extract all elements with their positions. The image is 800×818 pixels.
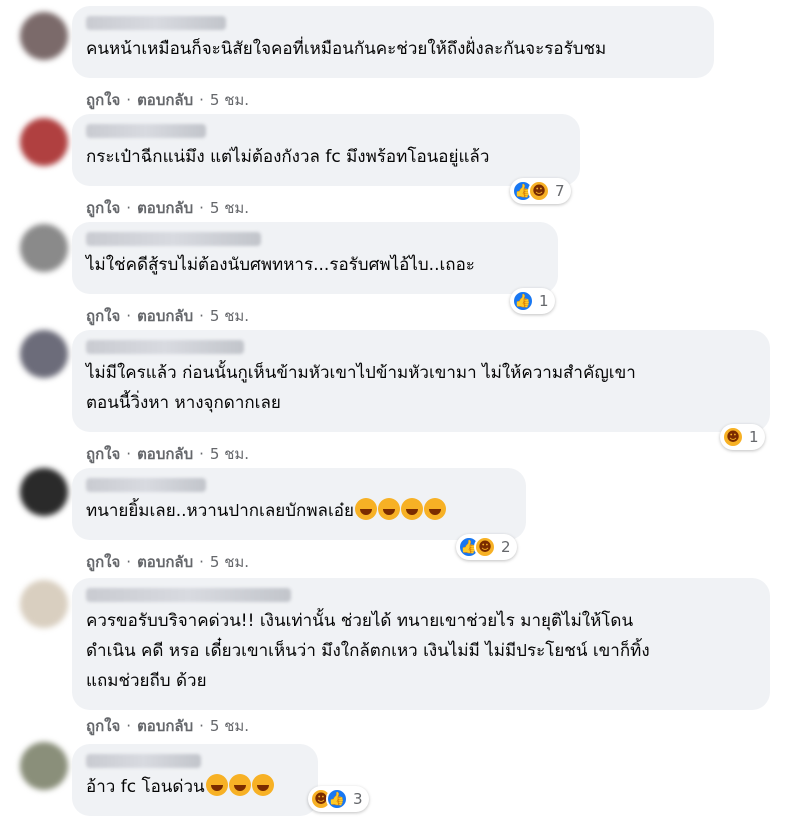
reaction-summary[interactable]: 👍 1 [510, 288, 555, 314]
reply-link[interactable]: ตอบกลับ [137, 442, 193, 466]
comment-text: คนหน้าเหมือนก็จะนิสัยใจคอที่เหมือนกันคะช… [86, 39, 607, 59]
author-name[interactable] [86, 232, 261, 246]
rofl-emoji-icon [251, 774, 274, 796]
timestamp[interactable]: 5 ชม. [210, 304, 249, 328]
comment-actions: ถูกใจ · ตอบกลับ · 5 ชม. [86, 304, 249, 328]
like-link[interactable]: ถูกใจ [86, 442, 120, 466]
comment-actions: ถูกใจ · ตอบกลับ · 5 ชม. [86, 714, 249, 738]
avatar[interactable] [20, 12, 68, 60]
comment-text: กระเป๋าฉีกแน่มึง แต่ไม่ต้องกังวล fc มึงพ… [86, 147, 490, 167]
timestamp[interactable]: 5 ชม. [210, 442, 249, 466]
comment-text: อ้าว fc โอนด่วน [86, 772, 304, 802]
reaction-count: 2 [501, 538, 511, 556]
haha-icon: ☻ [474, 536, 496, 558]
comment-bubble: กระเป๋าฉีกแน่มึง แต่ไม่ต้องกังวล fc มึงพ… [72, 114, 580, 186]
comment-text-line-3: แถมช่วยถีบ ด้วย [86, 671, 207, 691]
like-icon: 👍 [326, 788, 348, 810]
reaction-summary[interactable]: 👍 ☻ 2 [456, 534, 517, 560]
avatar[interactable] [20, 742, 68, 790]
rofl-emoji-icon [205, 774, 228, 796]
comment-bubble: ไม่ใช่คดีสู้รบไม่ต้องนับศพทหาร...รอรับศพ… [72, 222, 558, 294]
laughing-emoji-icon [400, 498, 423, 520]
like-link[interactable]: ถูกใจ [86, 550, 120, 574]
reaction-summary[interactable]: ☻ 👍 3 [308, 786, 369, 812]
like-link[interactable]: ถูกใจ [86, 714, 120, 738]
reaction-count: 7 [555, 182, 565, 200]
reply-link[interactable]: ตอบกลับ [137, 196, 193, 220]
author-name[interactable] [86, 478, 206, 492]
timestamp[interactable]: 5 ชม. [210, 88, 249, 112]
timestamp[interactable]: 5 ชม. [210, 550, 249, 574]
comment-actions: ถูกใจ · ตอบกลับ · 5 ชม. [86, 550, 249, 574]
author-name[interactable] [86, 754, 201, 768]
comment-bubble: อ้าว fc โอนด่วน [72, 744, 318, 816]
author-name[interactable] [86, 588, 291, 602]
like-link[interactable]: ถูกใจ [86, 196, 120, 220]
comment-actions: ถูกใจ · ตอบกลับ · 5 ชม. [86, 442, 249, 466]
comment-bubble: คนหน้าเหมือนก็จะนิสัยใจคอที่เหมือนกันคะช… [72, 6, 714, 78]
rofl-emoji-icon [228, 774, 251, 796]
reply-link[interactable]: ตอบกลับ [137, 714, 193, 738]
like-icon: 👍 [512, 290, 534, 312]
comment-bubble: ทนายยิ้มเลย..หวานปากเลยบักพลเอ๋ย [72, 468, 526, 540]
avatar[interactable] [20, 468, 68, 516]
timestamp[interactable]: 5 ชม. [210, 196, 249, 220]
avatar[interactable] [20, 224, 68, 272]
reaction-count: 1 [539, 292, 549, 310]
reaction-count: 1 [749, 428, 759, 446]
author-name[interactable] [86, 340, 244, 354]
comment-text: ทนายยิ้มเลย..หวานปากเลยบักพลเอ๋ย [86, 496, 512, 526]
comment-text-line-1: ไม่มีใครแล้ว ก่อนนั้นกูเห็นข้ามหัวเขาไปข… [86, 363, 636, 383]
avatar[interactable] [20, 118, 68, 166]
reply-link[interactable]: ตอบกลับ [137, 550, 193, 574]
comment-text-line-2: ตอนนี้วิ่งหา หางจุกดากเลย [86, 393, 281, 413]
comment-actions: ถูกใจ · ตอบกลับ · 5 ชม. [86, 88, 249, 112]
reaction-summary[interactable]: ☻ 1 [720, 424, 765, 450]
laughing-emoji-icon [423, 498, 446, 520]
comment-actions: ถูกใจ · ตอบกลับ · 5 ชม. [86, 196, 249, 220]
reaction-count: 3 [353, 790, 363, 808]
comment-text: ไม่ใช่คดีสู้รบไม่ต้องนับศพทหาร...รอรับศพ… [86, 255, 475, 275]
like-link[interactable]: ถูกใจ [86, 88, 120, 112]
haha-icon: ☻ [528, 180, 550, 202]
comment-text-line-2: ดำเนิน คดี หรอ เดี๋ยวเขาเห็นว่า มึงใกล้ต… [86, 641, 650, 661]
reply-link[interactable]: ตอบกลับ [137, 304, 193, 328]
laughing-emoji-icon [354, 498, 377, 520]
like-link[interactable]: ถูกใจ [86, 304, 120, 328]
comment-text-line-1: ควรขอรับบริจาคด่วน!! เงินเท่านั้น ช่วยได… [86, 611, 634, 631]
author-name[interactable] [86, 16, 226, 30]
comment-bubble: ไม่มีใครแล้ว ก่อนนั้นกูเห็นข้ามหัวเขาไปข… [72, 330, 770, 432]
avatar[interactable] [20, 580, 68, 628]
comment-bubble: ควรขอรับบริจาคด่วน!! เงินเท่านั้น ช่วยได… [72, 578, 770, 710]
haha-icon: ☻ [722, 426, 744, 448]
reaction-summary[interactable]: 👍 ☻ 7 [510, 178, 571, 204]
laughing-emoji-icon [377, 498, 400, 520]
author-name[interactable] [86, 124, 206, 138]
timestamp[interactable]: 5 ชม. [210, 714, 249, 738]
reply-link[interactable]: ตอบกลับ [137, 88, 193, 112]
avatar[interactable] [20, 330, 68, 378]
